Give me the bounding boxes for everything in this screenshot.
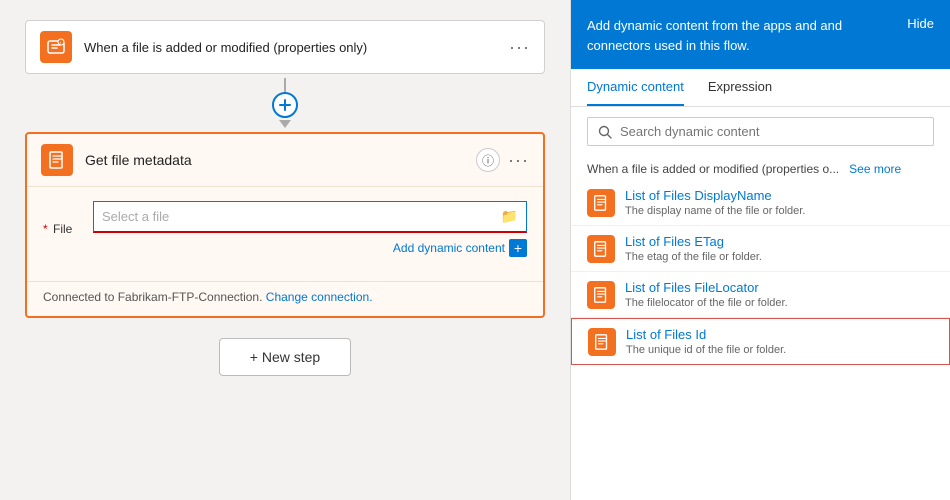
add-step-circle[interactable]: [272, 92, 298, 118]
section-label: When a file is added or modified (proper…: [571, 156, 950, 180]
item-desc-2: The filelocator of the file or folder.: [625, 297, 788, 309]
step-header-icons: ⓘ ···: [476, 148, 529, 172]
item-desc-0: The display name of the file or folder.: [625, 205, 805, 217]
trigger-dots[interactable]: ···: [509, 37, 530, 58]
item-desc-3: The unique id of the file or folder.: [626, 344, 786, 356]
step-title: Get file metadata: [85, 152, 476, 168]
file-label: * File: [43, 222, 93, 236]
item-icon-1: [587, 235, 615, 263]
connection-text: Connected to Fabrikam-FTP-Connection.: [43, 290, 262, 304]
item-icon-2: [587, 281, 615, 309]
dynamic-content-anchor[interactable]: Add dynamic content: [393, 241, 505, 255]
new-step-button[interactable]: + New step: [219, 338, 351, 376]
panel-tabs: Dynamic content Expression: [571, 69, 950, 107]
search-icon: [598, 125, 612, 139]
list-item[interactable]: List of Files FileLocator The filelocato…: [571, 272, 950, 318]
step-body: * File Select a file 📁 Add dynamic conte…: [27, 187, 543, 281]
panel-header-text: Add dynamic content from the apps and an…: [587, 16, 895, 55]
hide-button[interactable]: Hide: [907, 16, 934, 31]
item-desc-1: The etag of the file or folder.: [625, 251, 762, 263]
item-name-1: List of Files ETag: [625, 234, 762, 249]
dynamic-items-list: List of Files DisplayName The display na…: [571, 180, 950, 500]
step-header: Get file metadata ⓘ ···: [27, 134, 543, 187]
left-panel: ! When a file is added or modified (prop…: [0, 0, 570, 500]
section-label-text: When a file is added or modified (proper…: [587, 162, 839, 176]
search-box[interactable]: [587, 117, 934, 146]
item-icon-0: [587, 189, 615, 217]
change-connection-link[interactable]: Change connection.: [266, 290, 373, 304]
dynamic-content-plus[interactable]: +: [509, 239, 527, 257]
panel-header: Add dynamic content from the apps and an…: [571, 0, 950, 69]
connection-info: Connected to Fabrikam-FTP-Connection. Ch…: [27, 281, 543, 316]
see-more-link[interactable]: See more: [849, 162, 901, 176]
item-name-2: List of Files FileLocator: [625, 280, 788, 295]
list-item-highlighted[interactable]: List of Files Id The unique id of the fi…: [571, 318, 950, 365]
svg-text:!: !: [60, 41, 61, 46]
trigger-icon: !: [40, 31, 72, 63]
folder-icon: 📁: [501, 208, 518, 225]
file-input[interactable]: Select a file 📁: [93, 201, 527, 233]
trigger-title: When a file is added or modified (proper…: [84, 40, 509, 55]
info-button[interactable]: ⓘ: [476, 148, 500, 172]
connector-line-top: [284, 78, 286, 92]
item-text-0: List of Files DisplayName The display na…: [625, 188, 805, 217]
list-item[interactable]: List of Files ETag The etag of the file …: [571, 226, 950, 272]
connector-arrow: [279, 120, 291, 128]
search-input[interactable]: [620, 124, 923, 139]
tab-expression[interactable]: Expression: [708, 69, 772, 106]
right-panel: Add dynamic content from the apps and an…: [570, 0, 950, 500]
step-dots[interactable]: ···: [508, 150, 529, 171]
item-name-0: List of Files DisplayName: [625, 188, 805, 203]
get-file-metadata-card[interactable]: Get file metadata ⓘ ··· * File Select a …: [25, 132, 545, 318]
item-text-1: List of Files ETag The etag of the file …: [625, 234, 762, 263]
item-text-3: List of Files Id The unique id of the fi…: [626, 327, 786, 356]
trigger-card[interactable]: ! When a file is added or modified (prop…: [25, 20, 545, 74]
list-item[interactable]: List of Files DisplayName The display na…: [571, 180, 950, 226]
connector: [272, 78, 298, 128]
item-icon-3: [588, 328, 616, 356]
file-form-row: * File Select a file 📁 Add dynamic conte…: [43, 201, 527, 257]
dynamic-content-link[interactable]: Add dynamic content +: [93, 239, 527, 257]
step-icon: [41, 144, 73, 176]
item-text-2: List of Files FileLocator The filelocato…: [625, 280, 788, 309]
item-name-3: List of Files Id: [626, 327, 786, 342]
tab-dynamic-content[interactable]: Dynamic content: [587, 69, 684, 106]
file-placeholder: Select a file: [102, 209, 501, 224]
